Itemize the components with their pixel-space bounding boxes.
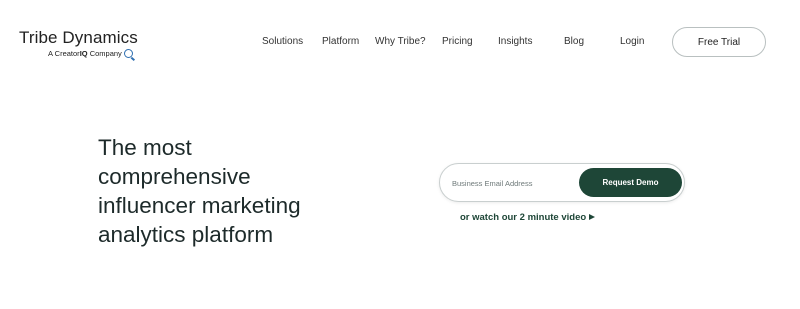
brand-subtitle-suffix: Company bbox=[87, 49, 122, 58]
free-trial-button[interactable]: Free Trial bbox=[672, 27, 766, 57]
nav-solutions[interactable]: Solutions bbox=[262, 36, 303, 47]
nav-pricing[interactable]: Pricing bbox=[442, 36, 473, 47]
nav-insights[interactable]: Insights bbox=[498, 36, 532, 47]
brand-subtitle-bold: IQ bbox=[79, 49, 88, 58]
play-icon bbox=[589, 214, 596, 220]
nav-login[interactable]: Login bbox=[620, 36, 644, 47]
nav-blog[interactable]: Blog bbox=[564, 36, 584, 47]
hero-title-line: influencer marketing bbox=[98, 193, 301, 218]
nav-platform[interactable]: Platform bbox=[322, 36, 359, 47]
hero-title-line: The most bbox=[98, 135, 192, 160]
hero-title: The most comprehensive influencer market… bbox=[98, 133, 358, 249]
brand-subtitle: A CreatorIQ Company bbox=[48, 49, 133, 58]
business-email-input[interactable] bbox=[452, 172, 577, 194]
request-demo-button[interactable]: Request Demo bbox=[579, 168, 682, 197]
watch-video-label: or watch our 2 minute video bbox=[460, 212, 587, 223]
q-logo-icon bbox=[123, 49, 133, 58]
brand-subtitle-prefix: A Creator bbox=[48, 49, 80, 58]
demo-request-form: Request Demo bbox=[439, 163, 685, 202]
watch-video-link[interactable]: or watch our 2 minute video bbox=[460, 212, 596, 223]
nav-why-tribe[interactable]: Why Tribe? bbox=[375, 36, 426, 47]
hero-title-line: analytics platform bbox=[98, 222, 274, 247]
hero-title-line: comprehensive bbox=[98, 164, 251, 189]
